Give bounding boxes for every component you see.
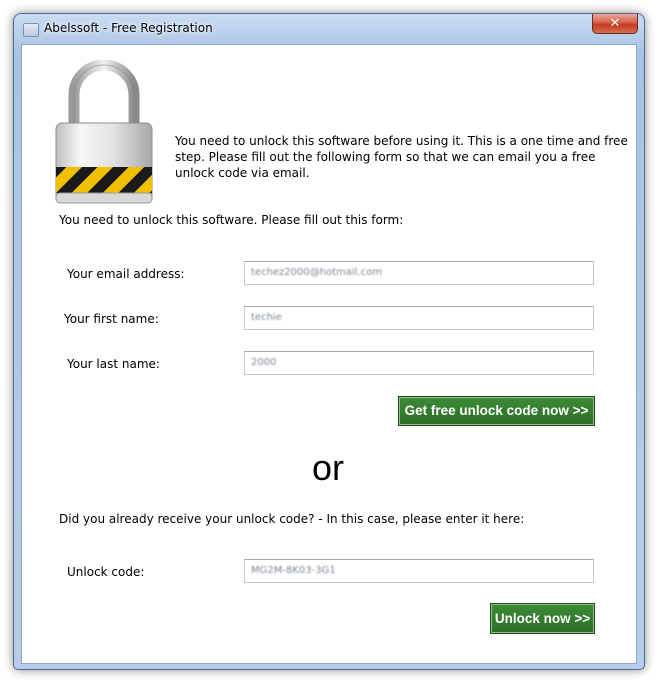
last-name-field[interactable]: 2000 [244, 351, 594, 375]
email-value: techez2000@hotmail.com [251, 267, 383, 278]
unlock-question: Did you already receive your unlock code… [59, 512, 525, 526]
title-bar[interactable]: Abelssoft - Free Registration ✕ [14, 14, 644, 44]
registration-window: Abelssoft - Free Registration ✕ You need… [13, 13, 645, 670]
first-name-label: Your first name: [64, 312, 159, 326]
first-name-value: techie [251, 312, 282, 323]
or-separator: or [312, 447, 345, 488]
unlock-code-value: MG2M-8K03-3G1 [251, 565, 336, 576]
first-name-field[interactable]: techie [244, 306, 594, 330]
last-name-label: Your last name: [67, 357, 160, 371]
get-unlock-code-button[interactable]: Get free unlock code now >> [398, 396, 595, 426]
email-field[interactable]: techez2000@hotmail.com [244, 261, 594, 285]
dialog-content: You need to unlock this software before … [21, 44, 637, 664]
form-heading: You need to unlock this software. Please… [59, 213, 404, 227]
app-icon [23, 23, 39, 37]
close-button[interactable]: ✕ [592, 14, 638, 34]
padlock-icon [55, 59, 153, 204]
last-name-value: 2000 [251, 357, 277, 368]
intro-text: You need to unlock this software before … [175, 134, 628, 180]
unlock-now-button[interactable]: Unlock now >> [490, 603, 595, 634]
unlock-code-label: Unlock code: [67, 565, 145, 579]
email-label: Your email address: [67, 267, 185, 281]
window-title: Abelssoft - Free Registration [44, 21, 213, 35]
unlock-code-field[interactable]: MG2M-8K03-3G1 [244, 559, 594, 583]
